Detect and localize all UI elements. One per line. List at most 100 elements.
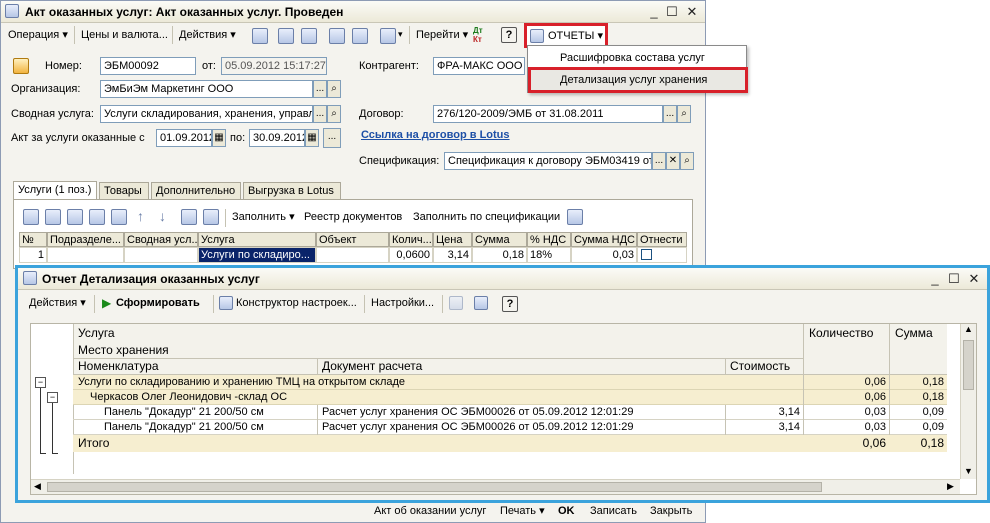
contract-select-button[interactable]: ...: [663, 105, 677, 123]
period-select-button[interactable]: ...: [323, 128, 341, 148]
report-actions-menu-button[interactable]: Действия ▾: [26, 293, 89, 313]
decrypt-icon[interactable]: [474, 296, 488, 310]
grid-header-cell[interactable]: Цена: [433, 232, 472, 247]
scroll-left-icon[interactable]: ◀: [34, 481, 41, 492]
tab-goods[interactable]: Товары: [99, 182, 149, 200]
ok-button[interactable]: OK: [555, 501, 578, 521]
menu-item-services-breakdown[interactable]: Расшифровка состава услуг: [534, 48, 744, 68]
maximize-icon[interactable]: ☐: [945, 270, 963, 288]
grid-cell[interactable]: [637, 247, 687, 263]
swap-icon[interactable]: [301, 28, 317, 44]
grid-header-cell[interactable]: % НДС: [527, 232, 571, 247]
close-icon[interactable]: ✕: [683, 3, 701, 21]
grid-cell[interactable]: 18%: [527, 247, 571, 263]
period-from-field[interactable]: 01.09.2012: [156, 129, 212, 147]
vertical-scrollbar[interactable]: ▲ ▼: [960, 324, 976, 479]
grid-cell[interactable]: [47, 247, 124, 263]
fill-by-spec-button[interactable]: Заполнить по спецификации: [410, 207, 563, 227]
summary-service-search-icon[interactable]: ⌕: [327, 105, 341, 123]
copy-icon[interactable]: [449, 296, 463, 310]
grid-header-cell[interactable]: Услуга: [198, 232, 316, 247]
operation-menu-button[interactable]: Операция ▾: [5, 25, 71, 45]
play-icon[interactable]: ▶: [102, 296, 111, 310]
specification-search-icon[interactable]: ⌕: [680, 152, 694, 170]
scroll-down-icon[interactable]: ▼: [964, 466, 973, 476]
organization-field[interactable]: ЭмБиЭм Маркетинг ООО: [100, 80, 313, 98]
grid-header-cell[interactable]: Сумма: [472, 232, 527, 247]
maximize-icon[interactable]: ☐: [663, 3, 681, 21]
contract-field[interactable]: 276/120-2009/ЭМБ от 31.08.2011: [433, 105, 663, 123]
period-to-field[interactable]: 30.09.2012: [249, 129, 305, 147]
collapse-icon[interactable]: −: [47, 392, 58, 403]
constructor-button[interactable]: Конструктор настроек...: [233, 293, 360, 313]
sort-ascending-icon[interactable]: [181, 209, 197, 225]
scrollbar-thumb[interactable]: [47, 482, 822, 492]
grid-cell[interactable]: [124, 247, 198, 263]
counterparty-field[interactable]: ФРА-МАКС ООО: [433, 57, 525, 75]
help-icon[interactable]: ?: [501, 27, 517, 43]
edit-row-icon[interactable]: [67, 209, 83, 225]
post-document-icon[interactable]: [329, 28, 345, 44]
grid-header-cell[interactable]: Объект: [316, 232, 389, 247]
contract-search-icon[interactable]: ⌕: [677, 105, 691, 123]
scrollbar-thumb[interactable]: [963, 340, 974, 390]
grid-header-cell[interactable]: Подразделе...: [47, 232, 124, 247]
grid-header-cell[interactable]: Сводная усл...: [124, 232, 198, 247]
summary-service-select-button[interactable]: ...: [313, 105, 327, 123]
number-field[interactable]: ЭБМ00092: [100, 57, 196, 75]
organization-search-icon[interactable]: ⌕: [327, 80, 341, 98]
goto-menu-button[interactable]: Перейти ▾: [413, 25, 471, 45]
add-row-icon[interactable]: [23, 209, 39, 225]
grid-cell-selected[interactable]: Услуги по складиро...: [198, 247, 316, 263]
chevron-down-icon[interactable]: ▾: [398, 29, 403, 40]
debit-credit-icon[interactable]: Дт Кт: [473, 26, 491, 44]
tab-services[interactable]: Услуги (1 поз.): [13, 181, 97, 200]
specification-field[interactable]: Спецификация к договору ЭБМ03419 от: [444, 152, 652, 170]
calendar-icon[interactable]: ▦: [305, 129, 319, 147]
date-field[interactable]: 05.09.2012 15:17:27: [221, 57, 327, 75]
scroll-up-icon[interactable]: ▲: [964, 324, 973, 334]
lotus-contract-link[interactable]: Ссылка на договор в Lotus: [361, 129, 510, 141]
prices-currency-button[interactable]: Цены и валюта...: [78, 25, 171, 45]
help-icon[interactable]: ?: [502, 296, 518, 312]
close-button[interactable]: Закрыть: [647, 501, 695, 521]
horizontal-scrollbar[interactable]: ◀ ▶: [31, 479, 960, 494]
unpost-document-icon[interactable]: [352, 28, 368, 44]
move-left-icon[interactable]: [252, 28, 268, 44]
generate-button[interactable]: Сформировать: [113, 293, 203, 313]
delete-row-icon[interactable]: [89, 209, 105, 225]
save-button[interactable]: Записать: [587, 501, 640, 521]
tab-lotus-export[interactable]: Выгрузка в Lotus: [243, 182, 341, 200]
allocate-checkbox[interactable]: [641, 249, 652, 260]
actions-menu-button[interactable]: Действия ▾: [176, 25, 239, 45]
grid-cell[interactable]: 0,18: [472, 247, 527, 263]
grid-cell[interactable]: 3,14: [433, 247, 472, 263]
based-on-icon[interactable]: [380, 28, 396, 44]
grid-header-cell[interactable]: №: [19, 232, 47, 247]
settings-button[interactable]: Настройки...: [368, 293, 437, 313]
move-up-icon[interactable]: ↑: [137, 208, 144, 224]
tab-additional[interactable]: Дополнительно: [151, 182, 241, 200]
grid-cell[interactable]: 0,03: [571, 247, 637, 263]
doc-registry-button[interactable]: Реестр документов: [301, 207, 405, 227]
clear-table-icon[interactable]: [567, 209, 583, 225]
minimize-icon[interactable]: _: [645, 3, 663, 21]
print-menu-button[interactable]: Печать ▾: [497, 501, 548, 521]
settings-constructor-icon[interactable]: [219, 296, 233, 310]
organization-select-button[interactable]: ...: [313, 80, 327, 98]
grid-header-cell[interactable]: Отнести н: [637, 232, 687, 247]
summary-service-field[interactable]: Услуги складирования, хранения, управл: [100, 105, 313, 123]
move-down-icon[interactable]: ↓: [159, 208, 166, 224]
clear-icon[interactable]: ✕: [666, 152, 680, 170]
calendar-icon[interactable]: ▦: [212, 129, 226, 147]
specification-select-button[interactable]: ...: [652, 152, 666, 170]
grid-cell[interactable]: [316, 247, 389, 263]
grid-cell[interactable]: 0,0600: [389, 247, 433, 263]
sort-descending-icon[interactable]: [203, 209, 219, 225]
scroll-right-icon[interactable]: ▶: [947, 481, 954, 492]
end-edit-icon[interactable]: [111, 209, 127, 225]
copy-row-icon[interactable]: [45, 209, 61, 225]
close-icon[interactable]: ✕: [965, 270, 983, 288]
menu-item-storage-details[interactable]: Детализация услуг хранения: [528, 67, 748, 93]
refresh-icon[interactable]: [278, 28, 294, 44]
